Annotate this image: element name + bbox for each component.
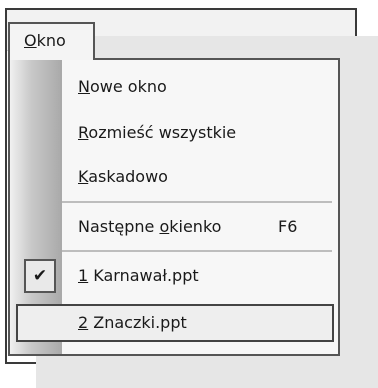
menu-item-window-1[interactable]: 1 Karnawał.ppt (78, 264, 199, 288)
check-icon: ✔ (24, 259, 56, 293)
menu-item-window-2[interactable]: 2 Znaczki.ppt (16, 304, 334, 342)
menu-item-kaskadowo[interactable]: Kaskadowo (78, 165, 168, 189)
menu-item-nastepne-okienko[interactable]: Następne okienko F6 (78, 215, 297, 239)
shortcut-label: F6 (278, 217, 298, 236)
okno-dropdown-menu: Nowe okno Rozmieść wszystkie Kaskadowo N… (8, 58, 340, 356)
menu-separator (62, 201, 332, 203)
menu-separator (62, 250, 332, 252)
menu-item-nowe-okno[interactable]: Nowe okno (78, 75, 167, 99)
menu-okno[interactable]: Okno (8, 22, 95, 60)
menu-item-rozmiesc-wszystkie[interactable]: Rozmieść wszystkie (78, 121, 236, 145)
